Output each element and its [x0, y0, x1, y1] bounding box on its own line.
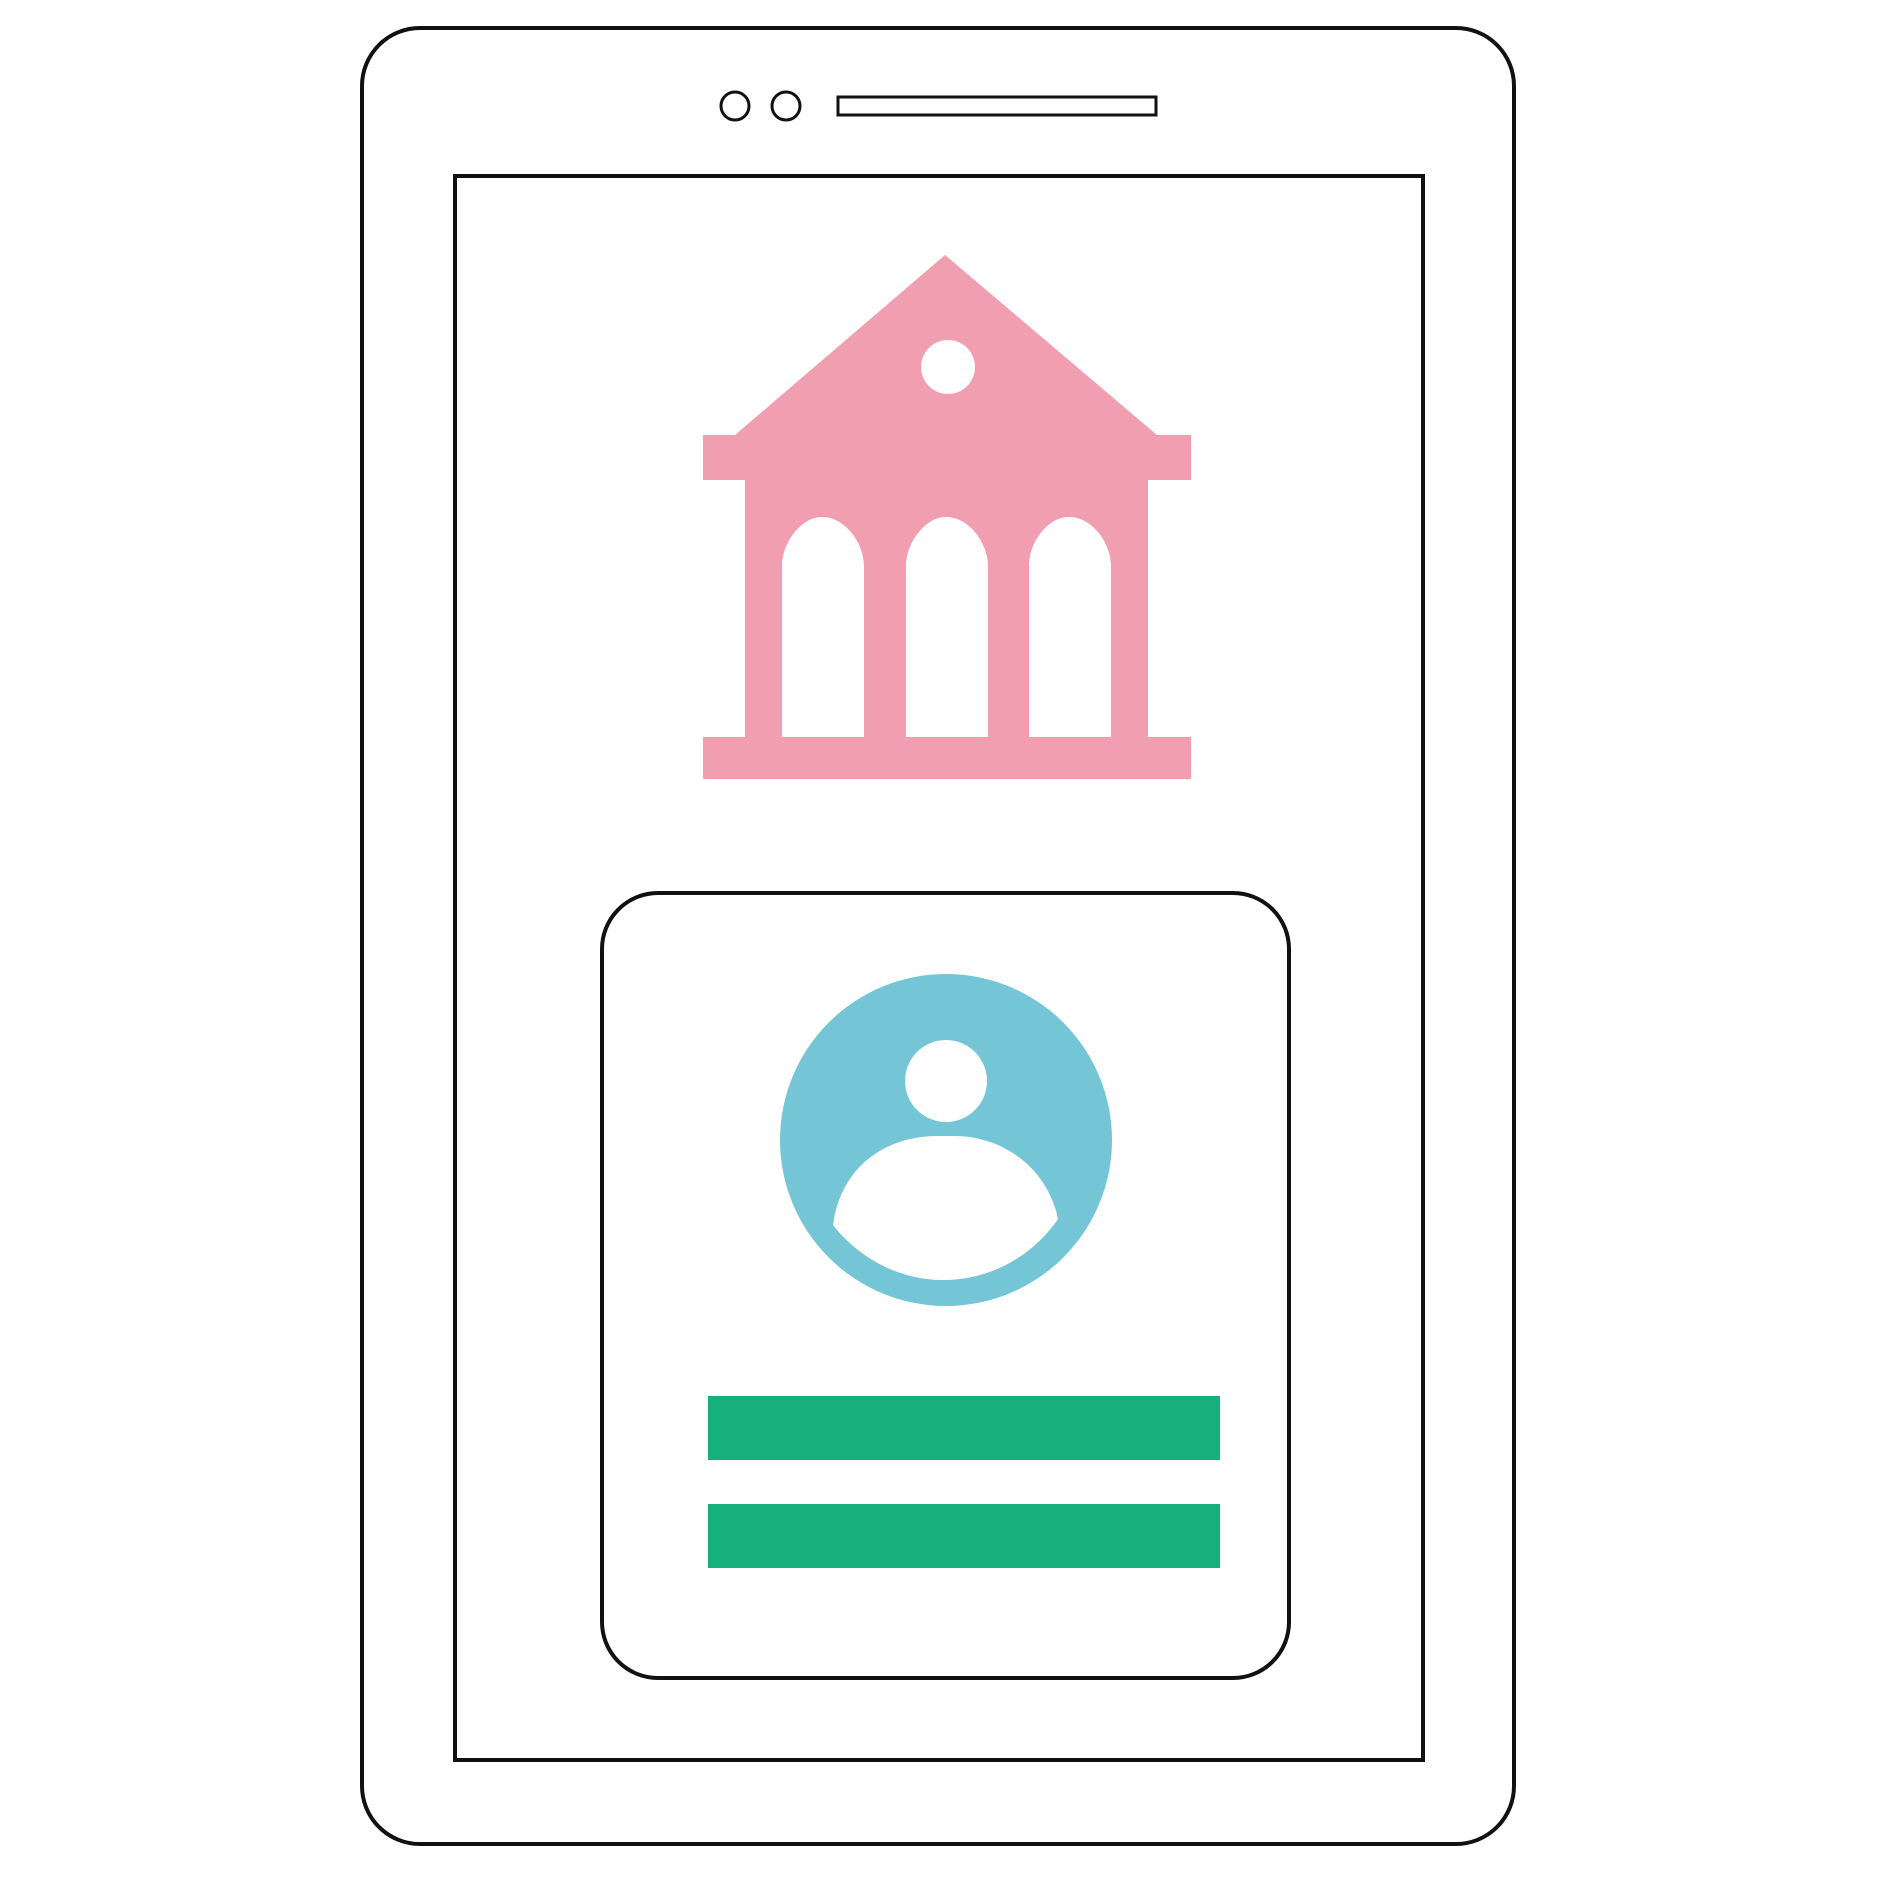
speaker-slot-icon — [836, 95, 1158, 117]
camera-dot-right — [770, 90, 802, 122]
camera-dot-left — [719, 90, 751, 122]
id-text-line-2 — [708, 1504, 1220, 1568]
bank-base — [703, 737, 1191, 779]
id-text-line-1 — [708, 1396, 1220, 1460]
bank-roof-window — [921, 340, 975, 394]
bank-entablature — [703, 435, 1191, 480]
mobile-bank-id-illustration — [360, 26, 1516, 1846]
illustration-canvas — [0, 0, 1890, 1890]
user-avatar-icon — [780, 974, 1112, 1306]
avatar-head — [905, 1040, 987, 1122]
